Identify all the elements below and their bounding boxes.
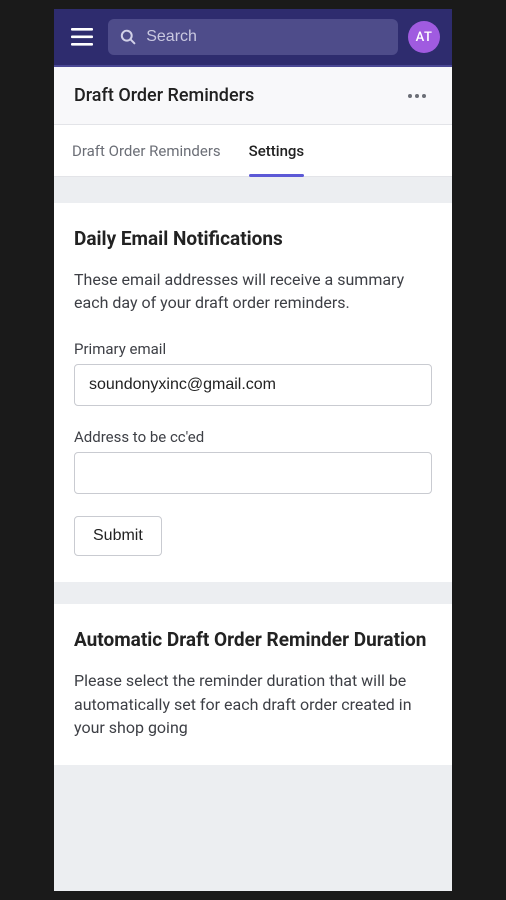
tab-draft-order-reminders[interactable]: Draft Order Reminders — [72, 125, 221, 176]
primary-email-label: Primary email — [74, 340, 432, 358]
tabs: Draft Order Reminders Settings — [54, 125, 452, 177]
card-description: Please select the reminder duration that… — [74, 669, 432, 739]
page-header: Draft Order Reminders — [54, 67, 452, 125]
top-bar: AT — [54, 9, 452, 65]
tab-settings[interactable]: Settings — [249, 125, 305, 176]
cc-email-label: Address to be cc'ed — [74, 428, 432, 446]
app-viewport: AT Draft Order Reminders Draft Order Rem… — [54, 9, 452, 891]
submit-button[interactable]: Submit — [74, 516, 162, 556]
card-auto-duration: Automatic Draft Order Reminder Duration … — [54, 604, 452, 765]
page-title: Draft Order Reminders — [74, 85, 402, 106]
primary-email-input[interactable] — [74, 364, 432, 406]
card-description: These email addresses will receive a sum… — [74, 268, 432, 314]
search-input[interactable] — [146, 28, 386, 46]
card-email-notifications: Daily Email Notifications These email ad… — [54, 203, 452, 582]
avatar[interactable]: AT — [408, 21, 440, 53]
content-scroll[interactable]: Daily Email Notifications These email ad… — [54, 177, 452, 891]
search-icon — [120, 28, 136, 46]
card-title: Automatic Draft Order Reminder Duration — [74, 628, 432, 651]
menu-button[interactable] — [66, 21, 98, 53]
menu-icon — [71, 28, 93, 46]
more-button[interactable] — [402, 81, 432, 111]
search-field[interactable] — [108, 19, 398, 55]
cc-email-input[interactable] — [74, 452, 432, 494]
more-horizontal-icon — [407, 94, 427, 98]
card-title: Daily Email Notifications — [74, 227, 432, 250]
